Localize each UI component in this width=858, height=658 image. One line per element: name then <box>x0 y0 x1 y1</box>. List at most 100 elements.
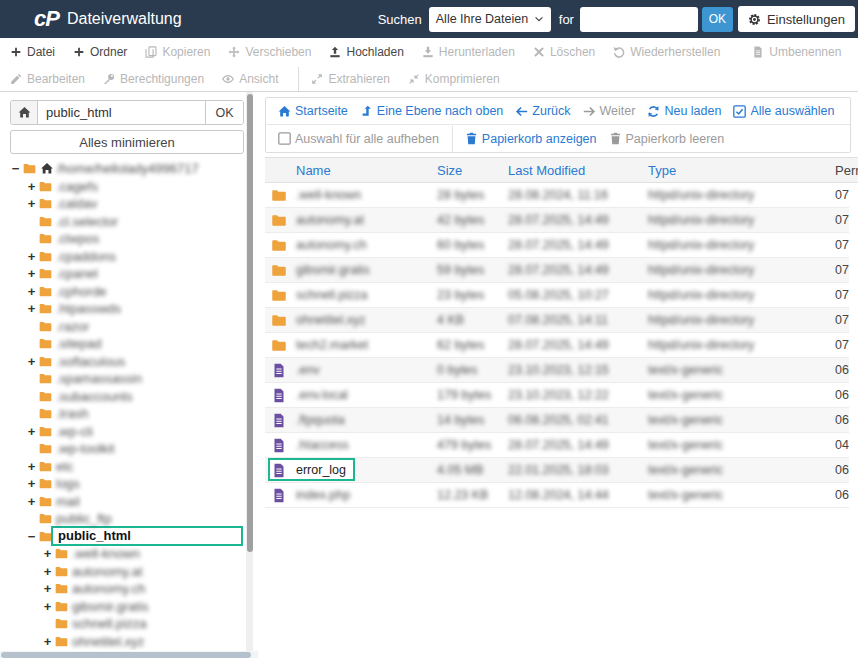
toolbar-move-button[interactable]: Verschieben <box>228 45 311 59</box>
toolbar-compress-button[interactable]: Komprimieren <box>408 72 500 86</box>
tree-item-schnell.pizza[interactable]: schnell.pizza <box>0 615 246 633</box>
file-row-.htaccess[interactable]: .htaccess479 bytes28.07.2025, 14:49text/… <box>265 433 849 458</box>
toolbar-view-button[interactable]: Ansicht <box>222 72 278 86</box>
tree-item-.cphorde[interactable]: +.cphorde <box>0 283 246 301</box>
column-header-type[interactable]: Type <box>648 163 835 178</box>
file-row-tech2.market[interactable]: tech2.market62 bytes28.07.2025, 14:49htt… <box>265 333 849 358</box>
tree-item-.well-known[interactable]: +.well-known <box>0 545 246 563</box>
tree-item-.trash[interactable]: .trash <box>0 405 246 423</box>
expand-icon[interactable]: + <box>25 301 38 316</box>
nav-unselect-all-link[interactable]: Auswahl für alle aufheben <box>278 132 439 146</box>
toolbar-delete-button[interactable]: Löschen <box>533 45 595 59</box>
tree-item-.spamassassin[interactable]: .spamassassin <box>0 370 246 388</box>
tree-item-.subaccounts[interactable]: .subaccounts <box>0 388 246 406</box>
tree-item-public_html[interactable]: −public_html <box>0 528 246 546</box>
tree-item-etc[interactable]: +etc <box>0 458 246 476</box>
file-row-autonomy.ch[interactable]: autonomy.ch60 bytes28.07.2025, 14:49http… <box>265 233 849 258</box>
collapse-all-button[interactable]: Alles minimieren <box>10 130 244 154</box>
nav-up-one-level-link[interactable]: Eine Ebene nach oben <box>360 104 504 118</box>
toolbar-new-folder-button[interactable]: Ordner <box>73 45 127 59</box>
settings-button[interactable]: Einstellungen <box>738 6 855 32</box>
file-row-autonomy.at[interactable]: autonomy.at42 bytes28.07.2025, 14:49http… <box>265 208 849 233</box>
search-ok-button[interactable]: OK <box>702 7 733 32</box>
column-header-size[interactable]: Size <box>437 163 508 178</box>
toolbar-upload-button[interactable]: Hochladen <box>329 45 403 59</box>
column-header-permissions[interactable]: Permissions <box>835 163 858 178</box>
search-scope-select[interactable]: Alle Ihre Dateien <box>429 7 551 32</box>
nav-back-link[interactable]: Zurück <box>515 104 570 118</box>
tree-item-ohnetitel.xyz[interactable]: +ohnetitel.xyz <box>0 633 246 651</box>
file-row-ohnetitel.xyz[interactable]: ohnetitel.xyz4 KB07.08.2025, 14:11httpd/… <box>265 308 849 333</box>
toolbar-permissions-button[interactable]: Berechtigungen <box>103 72 204 86</box>
collapse-icon[interactable]: − <box>9 161 22 176</box>
tree-item-.htpasswds[interactable]: +.htpasswds <box>0 300 246 318</box>
expand-icon[interactable]: + <box>25 459 38 474</box>
scrollbar-thumb[interactable] <box>247 94 253 552</box>
toolbar-copy-button[interactable]: Kopieren <box>145 45 210 59</box>
toolbar-rename-button[interactable]: Umbenennen <box>752 45 841 59</box>
tree-item-gibsmir.gratis[interactable]: +gibsmir.gratis <box>0 598 246 616</box>
toolbar-new-file-button[interactable]: Datei <box>10 45 55 59</box>
expand-icon[interactable]: + <box>25 494 38 509</box>
file-row-.ftpquota[interactable]: .ftpquota14 bytes06.08.2025, 02:41text/x… <box>265 408 849 433</box>
expand-icon[interactable]: + <box>25 424 38 439</box>
tree-item-autonomy.at[interactable]: +autonomy.at <box>0 563 246 581</box>
column-header-last-modified[interactable]: Last Modified <box>508 163 648 178</box>
expand-icon[interactable]: + <box>41 564 54 579</box>
nav-view-trash-link[interactable]: Papierkorb anzeigen <box>465 132 597 146</box>
nav-home-link[interactable]: Startseite <box>278 104 348 118</box>
expand-icon[interactable]: + <box>41 634 54 649</box>
path-input[interactable] <box>38 101 205 124</box>
expand-icon[interactable]: + <box>25 249 38 264</box>
tree-item--home-hellolady4996717[interactable]: −/home/hellolady4996717 <box>0 160 246 178</box>
tree-item-.softaculous[interactable]: +.softaculous <box>0 353 246 371</box>
file-row-error_log[interactable]: error_log4.05 MB22.01.2025, 18:03text/x-… <box>265 458 849 483</box>
tree-item-label: .razor <box>56 319 89 334</box>
toolbar-restore-button[interactable]: Wiederherstellen <box>613 45 720 59</box>
collapse-icon[interactable]: − <box>25 529 38 544</box>
tree-item-public_ftp[interactable]: public_ftp <box>0 510 246 528</box>
tree-horizontal-scrollbar[interactable] <box>0 651 258 658</box>
tree-item-.cagefs[interactable]: +.cagefs <box>0 178 246 196</box>
nav-reload-link[interactable]: Neu laden <box>647 104 721 118</box>
tree-item-.cl.selector[interactable]: .cl.selector <box>0 213 246 231</box>
nav-select-all-link[interactable]: Alle auswählen <box>733 104 834 118</box>
tree-item-.caldav[interactable]: +.caldav <box>0 195 246 213</box>
file-row-.env.local[interactable]: .env.local179 bytes23.10.2023, 12:22text… <box>265 383 849 408</box>
search-input[interactable] <box>580 7 698 32</box>
toolbar-extract-button[interactable]: Extrahieren <box>311 72 389 86</box>
tree-item-.cpanel[interactable]: +.cpanel <box>0 265 246 283</box>
tree-item-logs[interactable]: +logs <box>0 475 246 493</box>
expand-icon[interactable]: + <box>41 599 54 614</box>
expand-icon[interactable]: + <box>41 581 54 596</box>
tree-item-.wp-cli[interactable]: +.wp-cli <box>0 423 246 441</box>
tree-item-autonomy.ch[interactable]: +autonomy.ch <box>0 580 246 598</box>
scrollbar-thumb[interactable] <box>1 652 251 658</box>
tree-item-.cpaddons[interactable]: +.cpaddons <box>0 248 246 266</box>
toolbar-edit-button[interactable]: Bearbeiten <box>10 72 85 86</box>
expand-icon[interactable]: + <box>25 196 38 211</box>
tree-vertical-scrollbar[interactable] <box>246 92 253 658</box>
expand-icon[interactable]: + <box>25 476 38 491</box>
expand-icon[interactable]: + <box>25 354 38 369</box>
tree-item-.wp-toolkit[interactable]: .wp-toolkit <box>0 440 246 458</box>
expand-icon[interactable]: + <box>25 284 38 299</box>
home-button[interactable] <box>11 101 38 124</box>
nav-forward-link[interactable]: Weiter <box>583 104 636 118</box>
expand-icon[interactable]: + <box>25 266 38 281</box>
file-row-gibsmir.gratis[interactable]: gibsmir.gratis59 bytes28.07.2025, 14:49h… <box>265 258 849 283</box>
nav-empty-trash-link[interactable]: Papierkorb leeren <box>609 132 725 146</box>
file-row-schnell.pizza[interactable]: schnell.pizza23 bytes05.08.2025, 10:27ht… <box>265 283 849 308</box>
tree-item-.clwpos[interactable]: .clwpos <box>0 230 246 248</box>
column-header-name[interactable]: Name <box>292 163 437 178</box>
tree-item-.sitepad[interactable]: .sitepad <box>0 335 246 353</box>
file-row-.well-known[interactable]: .well-known28 bytes28.08.2024, 11:16http… <box>265 183 849 208</box>
file-row-index.php[interactable]: index.php12.23 KB12.08.2024, 14:44text/x… <box>265 483 849 508</box>
toolbar-download-button[interactable]: Herunterladen <box>422 45 515 59</box>
tree-item-.razor[interactable]: .razor <box>0 318 246 336</box>
tree-item-mail[interactable]: +mail <box>0 493 246 511</box>
file-row-.env[interactable]: .env0 bytes23.10.2023, 12:15text/x-gener… <box>265 358 849 383</box>
expand-icon[interactable]: + <box>41 546 54 561</box>
expand-icon[interactable]: + <box>25 179 38 194</box>
path-ok-button[interactable]: OK <box>205 101 243 124</box>
